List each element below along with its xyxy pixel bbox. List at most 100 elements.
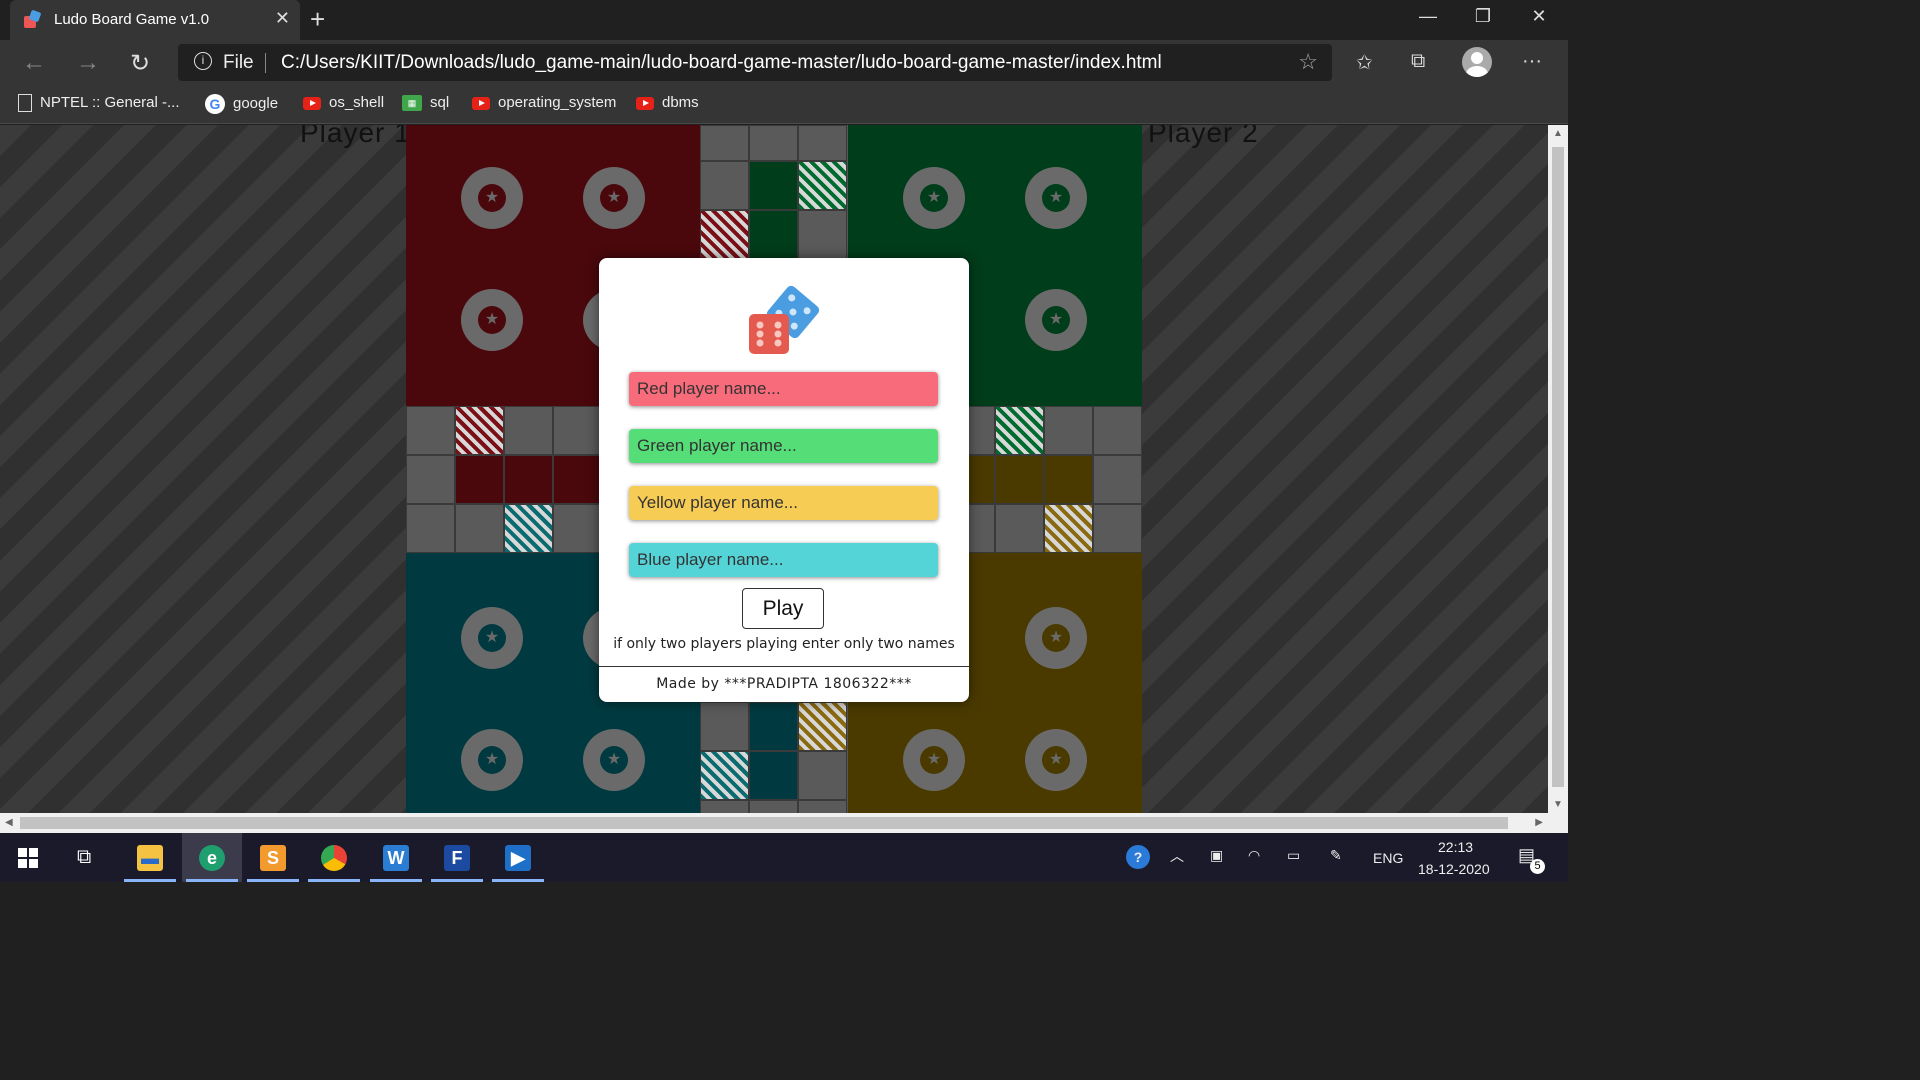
yellow-token-slot[interactable]: ★ [1025, 729, 1087, 791]
vertical-scroll-thumb[interactable] [1552, 147, 1564, 787]
yellow-player-input[interactable] [629, 486, 938, 520]
address-bar[interactable]: i File C:/Users/KIIT/Downloads/ludo_game… [178, 44, 1332, 81]
tab-title: Ludo Board Game v1.0 [54, 11, 210, 28]
browser-tab[interactable]: Ludo Board Game v1.0 ✕ [10, 0, 300, 40]
running-indicator [124, 879, 176, 882]
track-cell [406, 504, 455, 553]
new-tab-button[interactable]: + [310, 4, 325, 35]
star-icon: ★ [478, 624, 506, 652]
close-tab-icon[interactable]: ✕ [275, 8, 290, 29]
info-icon[interactable]: i [194, 52, 212, 70]
back-icon[interactable]: ← [22, 49, 46, 77]
task-view-icon[interactable]: ⧉ [77, 846, 91, 869]
minimize-icon[interactable]: — [1408, 6, 1448, 27]
battery-icon[interactable]: ▭ [1287, 847, 1300, 864]
blue-token-slot[interactable]: ★ [461, 607, 523, 669]
bookmark-google[interactable]: Ggoogle [205, 94, 278, 114]
star-icon: ★ [1042, 746, 1070, 774]
modal-divider [599, 666, 969, 667]
red-safe-cell [700, 210, 749, 259]
star-icon: ★ [478, 746, 506, 774]
red-safe-cell [455, 406, 504, 455]
star-icon: ★ [920, 184, 948, 212]
star-icon: ★ [1042, 624, 1070, 652]
track-cell [1093, 504, 1142, 553]
clock-date[interactable]: 18-12-2020 [1418, 861, 1490, 877]
play-button[interactable]: Play [742, 588, 824, 629]
taskbar-f-app[interactable]: F [427, 833, 487, 882]
running-indicator [370, 879, 422, 882]
sheet-icon: ▦ [402, 95, 422, 112]
clock-time[interactable]: 22:13 [1438, 839, 1473, 855]
green-token-slot[interactable]: ★ [1025, 289, 1087, 351]
windows-start-icon[interactable] [18, 848, 38, 868]
close-window-icon[interactable]: ✕ [1519, 6, 1559, 27]
green-token-slot[interactable]: ★ [903, 167, 965, 229]
folder-icon: ▬ [137, 845, 163, 871]
scroll-up-icon[interactable]: ▲ [1553, 128, 1563, 139]
pen-icon[interactable]: ✎ [1330, 847, 1342, 864]
credit-text: Made by ***PRADIPTA 1806322*** [656, 676, 912, 692]
taskbar-chrome[interactable] [304, 833, 364, 882]
track-cell [798, 125, 847, 161]
scroll-left-icon[interactable]: ◀ [5, 817, 13, 828]
vertical-scrollbar[interactable]: ▲ ▼ [1548, 125, 1568, 813]
red-token-slot[interactable]: ★ [461, 289, 523, 351]
horizontal-scrollbar[interactable]: ◀ ▶ [0, 813, 1548, 833]
bookmark-dbms[interactable]: dbms [636, 94, 699, 114]
bookmark-nptel[interactable]: NPTEL :: General -... [18, 94, 180, 114]
track-cell [700, 800, 749, 813]
taskbar-media[interactable]: ▶ [488, 833, 548, 882]
star-icon: ★ [600, 746, 628, 774]
track-cell [1093, 406, 1142, 455]
help-icon[interactable]: ? [1126, 845, 1150, 869]
bookmark-operating-system[interactable]: operating_system [472, 94, 616, 114]
blue-token-slot[interactable]: ★ [461, 729, 523, 791]
bookmark-os-shell[interactable]: os_shell [303, 94, 384, 114]
url-text[interactable]: C:/Users/KIIT/Downloads/ludo_game-main/l… [281, 52, 1162, 74]
wifi-icon[interactable]: ◠ [1248, 847, 1260, 864]
favorites-icon[interactable]: ✩ [1356, 50, 1373, 75]
yellow-path-cell [995, 455, 1044, 504]
horizontal-scroll-thumb[interactable] [20, 817, 1508, 829]
favorite-star-icon[interactable]: ☆ [1298, 49, 1318, 75]
track-cell [700, 125, 749, 161]
red-player-input[interactable] [629, 372, 938, 406]
taskbar-file-explorer[interactable]: ▬ [120, 833, 180, 882]
language-indicator[interactable]: ENG [1373, 850, 1403, 866]
profile-avatar-icon[interactable] [1462, 47, 1492, 77]
blue-token-slot[interactable]: ★ [583, 729, 645, 791]
blue-player-input[interactable] [629, 543, 938, 577]
red-token-slot[interactable]: ★ [583, 167, 645, 229]
yellow-token-slot[interactable]: ★ [903, 729, 965, 791]
chevron-up-icon[interactable]: ︿ [1170, 846, 1184, 866]
green-token-slot[interactable]: ★ [1025, 167, 1087, 229]
star-icon: ★ [1042, 184, 1070, 212]
google-icon: G [205, 94, 225, 114]
more-options-icon[interactable]: ··· [1522, 50, 1542, 73]
restore-icon[interactable]: ❐ [1463, 6, 1503, 27]
refresh-icon[interactable]: ↻ [130, 49, 150, 78]
green-player-input[interactable] [629, 429, 938, 463]
collections-icon[interactable]: ⧉ [1411, 50, 1425, 73]
meet-now-icon[interactable]: ▣ [1210, 847, 1223, 864]
track-cell [995, 504, 1044, 553]
taskbar-edge[interactable]: e [182, 833, 242, 882]
taskbar-word[interactable]: W [366, 833, 426, 882]
bookmark-sql[interactable]: ▦ sql [402, 94, 449, 114]
taskbar: ⧉ ▬ e S W F ▶ ? ︿ ▣ ◠ ▭ ✎ ENG 22:13 18-1… [0, 833, 1568, 882]
track-cell [553, 504, 602, 553]
red-token-slot[interactable]: ★ [461, 167, 523, 229]
tab-bar: Ludo Board Game v1.0 ✕ + — ❐ ✕ [0, 0, 1568, 40]
yellow-safe-cell [798, 702, 847, 751]
scroll-right-icon[interactable]: ▶ [1535, 817, 1543, 828]
running-indicator [492, 879, 544, 882]
scroll-down-icon[interactable]: ▼ [1553, 799, 1563, 810]
chrome-icon [321, 845, 347, 871]
star-icon: ★ [1042, 306, 1070, 334]
yellow-token-slot[interactable]: ★ [1025, 607, 1087, 669]
forward-icon[interactable]: → [76, 49, 100, 77]
youtube-icon [303, 96, 321, 110]
taskbar-sublime[interactable]: S [243, 833, 303, 882]
red-path-cell [553, 455, 602, 504]
